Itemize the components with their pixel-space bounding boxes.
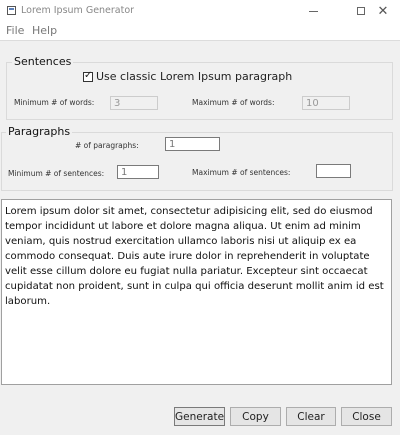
title-bar[interactable]: Lorem Ipsum Generator ✕ (0, 0, 400, 22)
min-sentences-label: Minimum # of sentences: (8, 169, 105, 178)
max-words-field[interactable] (302, 96, 350, 110)
close-button[interactable]: Close (341, 407, 392, 426)
window-title: Lorem Ipsum Generator (21, 5, 135, 16)
classic-paragraph-label[interactable]: Use classic Lorem Ipsum paragraph (96, 70, 292, 83)
maximize-icon (357, 7, 365, 15)
copy-button[interactable]: Copy (230, 407, 281, 426)
menu-help[interactable]: Help (32, 24, 57, 38)
menu-file[interactable]: File (6, 24, 24, 38)
close-window-button[interactable]: ✕ (366, 0, 400, 22)
app-icon (7, 6, 16, 15)
min-words-label: Minimum # of words: (14, 98, 95, 107)
sentences-group-title: Sentences (12, 55, 74, 69)
generate-button[interactable]: Generate (174, 407, 225, 426)
close-icon: ✕ (377, 3, 389, 19)
clear-button[interactable]: Clear (286, 407, 336, 426)
min-sentences-field[interactable] (117, 165, 159, 179)
minimize-icon (308, 10, 318, 12)
paragraphs-group-title: Paragraphs (6, 125, 73, 139)
menu-bar: File Help (0, 22, 400, 41)
max-sentences-field[interactable] (316, 164, 351, 178)
min-words-field[interactable] (110, 96, 158, 110)
classic-paragraph-checkbox[interactable] (83, 70, 93, 82)
max-words-label: Maximum # of words: (192, 98, 275, 107)
max-sentences-label: Maximum # of sentences: (192, 168, 291, 177)
paragraph-count-field[interactable] (165, 137, 220, 151)
output-text-area[interactable]: Lorem ipsum dolor sit amet, consectetur … (1, 199, 392, 385)
minimize-button[interactable] (296, 0, 330, 22)
paragraph-count-label: # of paragraphs: (75, 141, 139, 150)
